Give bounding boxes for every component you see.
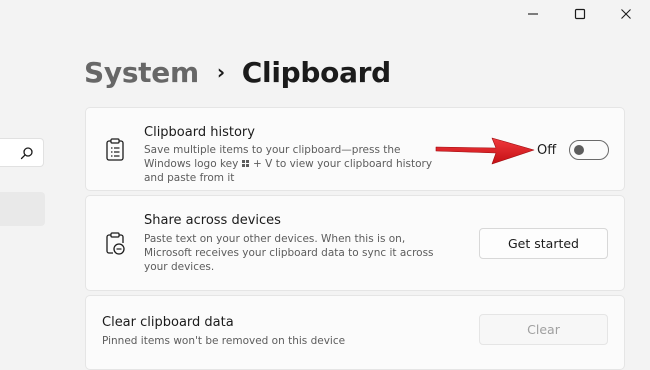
minimize-button[interactable]: [510, 0, 556, 28]
clear-clipboard-description: Pinned items won't be removed on this de…: [102, 335, 346, 347]
share-across-devices-description: Paste text on your other devices. When t…: [144, 233, 434, 273]
clipboard-history-description: Save multiple items to your clipboard—pr…: [144, 144, 433, 184]
breadcrumb-system[interactable]: System: [84, 56, 199, 89]
toggle-knob: [574, 145, 584, 155]
search-icon: [20, 147, 33, 160]
windows-logo-icon: [241, 160, 250, 168]
close-button[interactable]: [603, 0, 649, 28]
clear-clipboard-title: Clear clipboard data: [102, 315, 234, 330]
search-input[interactable]: [0, 138, 44, 167]
share-across-devices-title: Share across devices: [144, 213, 281, 228]
toggle-state-label: Off: [537, 143, 557, 158]
get-started-button[interactable]: Get started: [479, 228, 608, 259]
clipboard-history-title: Clipboard history: [144, 125, 255, 140]
red-arrow-annotation: [435, 137, 535, 165]
clear-button[interactable]: Clear: [479, 314, 608, 345]
clipboard-sync-icon: [106, 232, 125, 255]
maximize-icon: [574, 8, 586, 20]
breadcrumb: System › Clipboard: [84, 50, 391, 94]
sidebar-item-selected[interactable]: [0, 192, 45, 226]
maximize-button[interactable]: [557, 0, 603, 28]
sidebar: [0, 0, 48, 365]
chevron-right-icon: ›: [216, 60, 225, 84]
clipboard-list-icon: [106, 138, 124, 161]
clipboard-history-toggle[interactable]: [569, 140, 609, 160]
close-icon: [621, 9, 631, 19]
minimize-icon: [528, 13, 538, 15]
page-title: Clipboard: [241, 55, 391, 89]
